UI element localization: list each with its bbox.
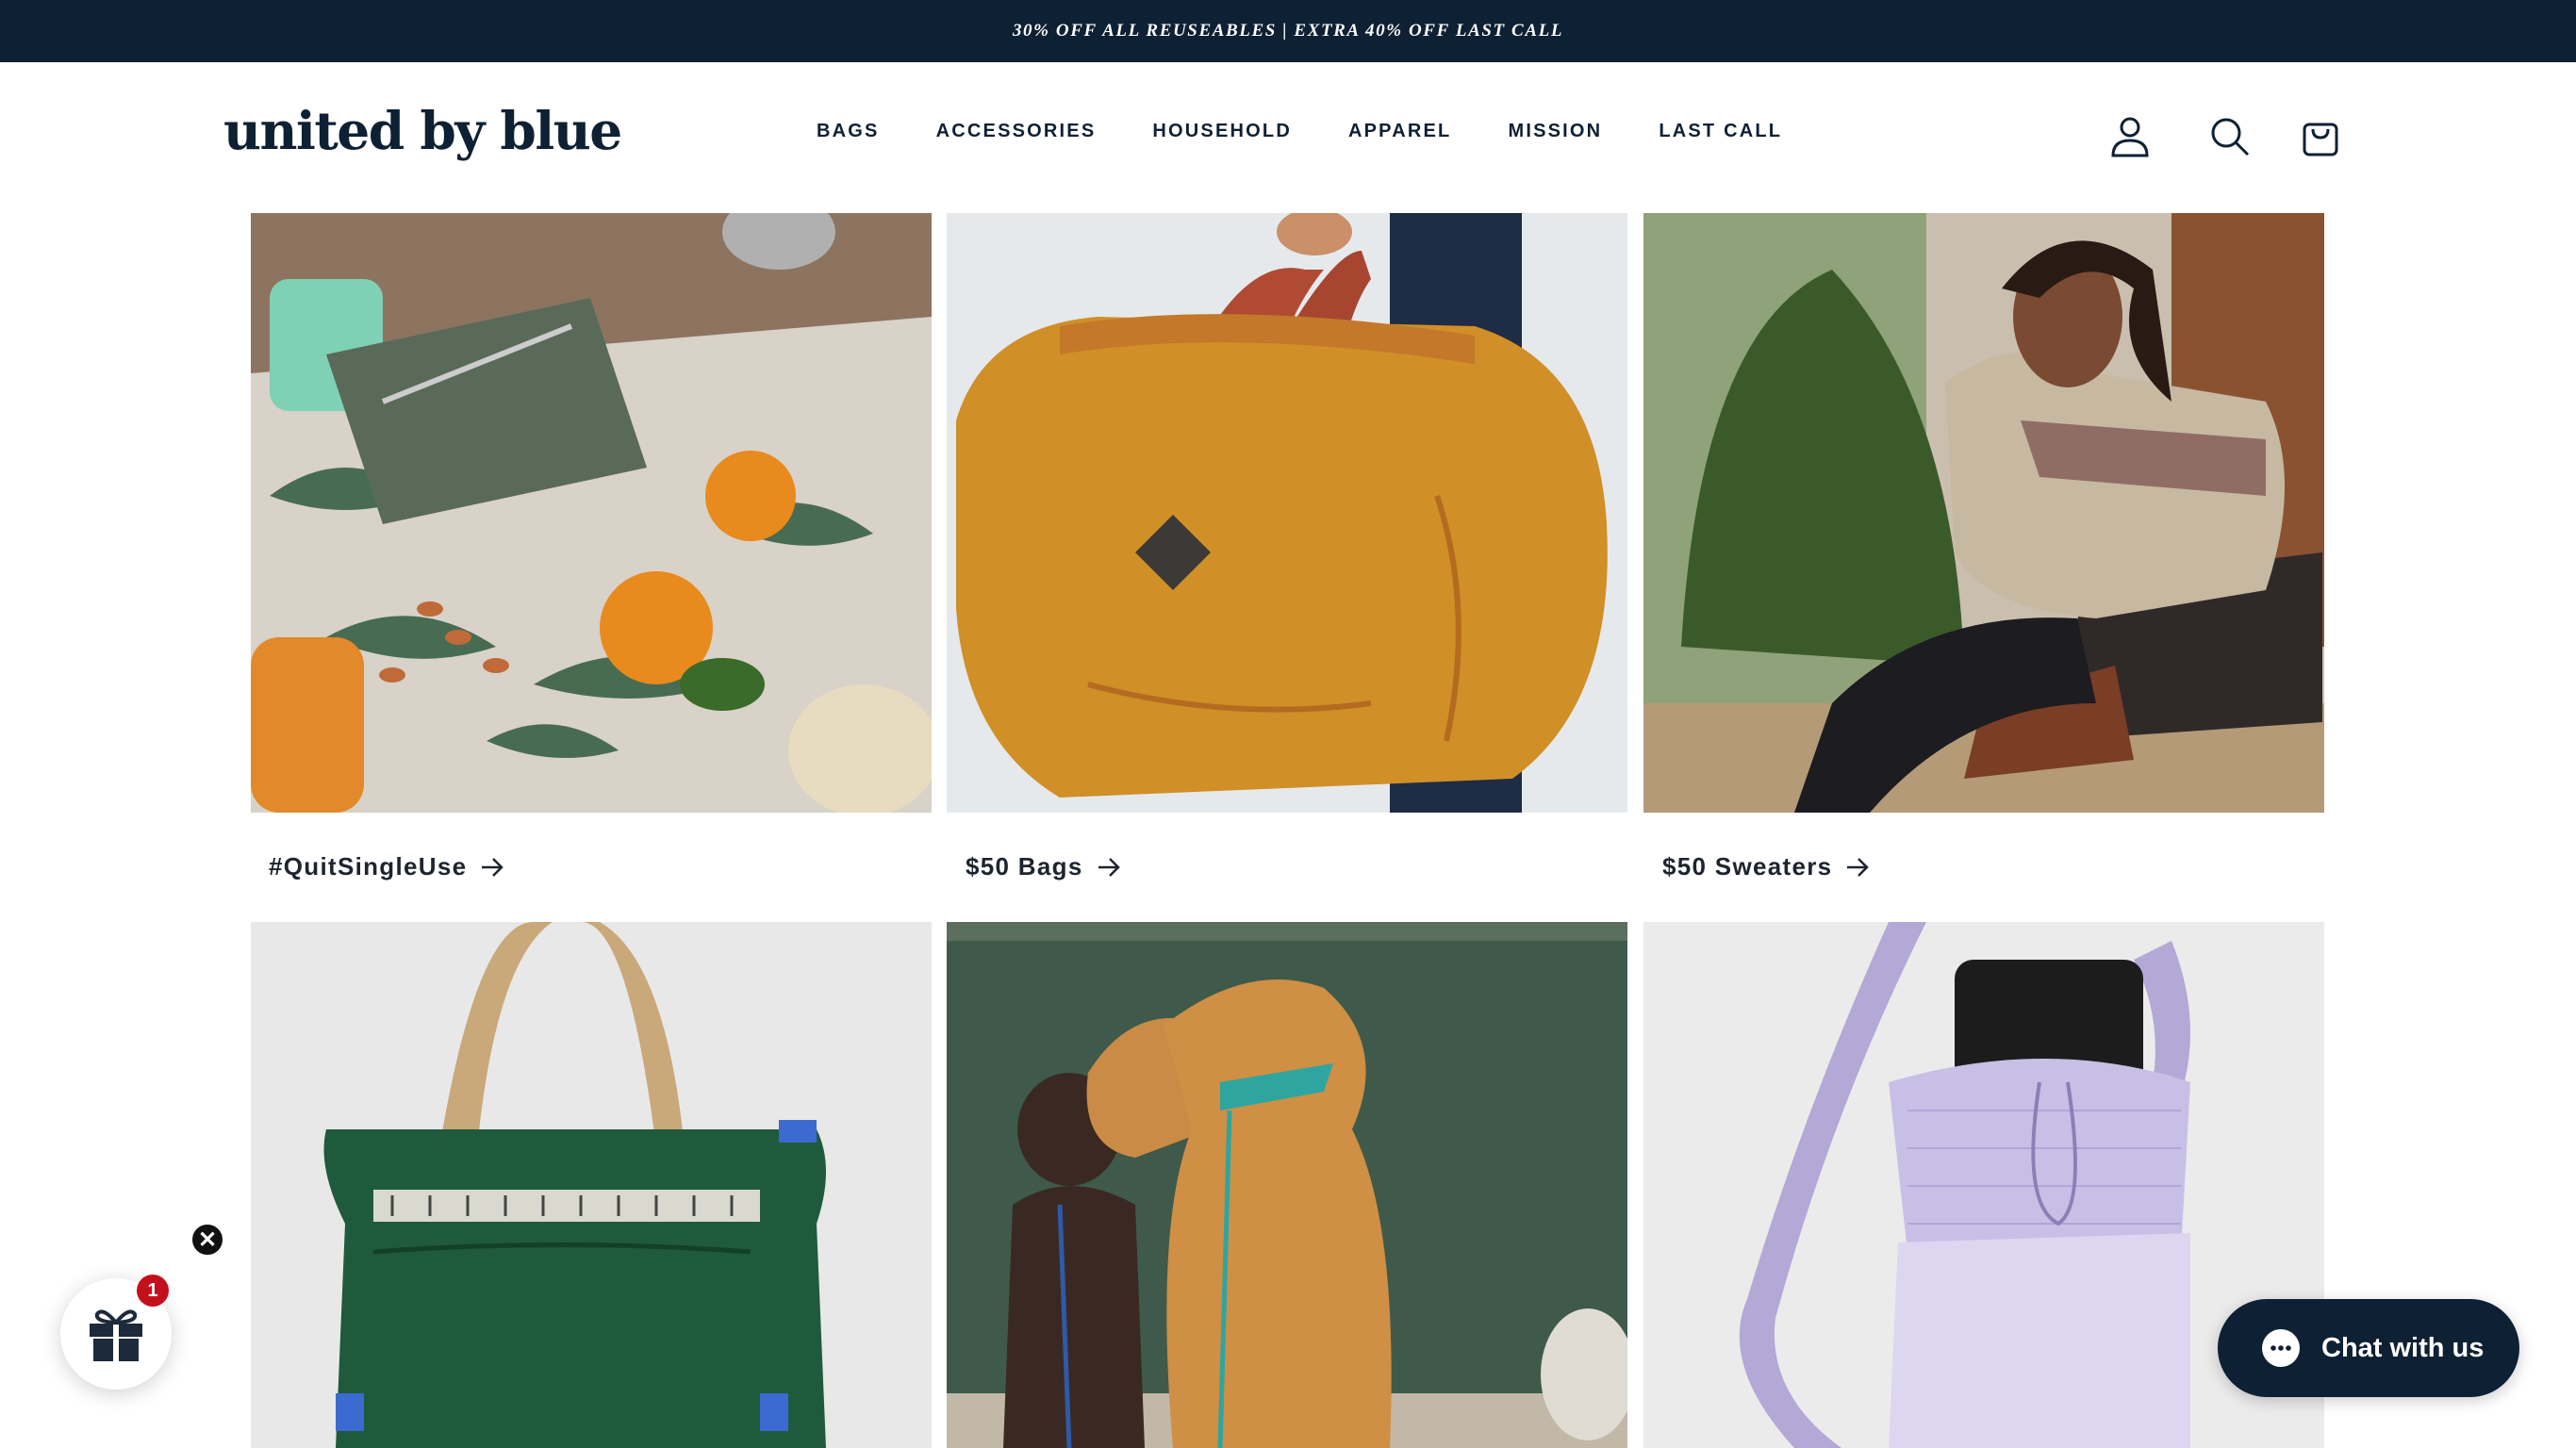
gift-close-button[interactable]: ✕: [190, 1222, 225, 1258]
main-nav: BAGS ACCESSORIES HOUSEHOLD APPAREL MISSI…: [817, 121, 1839, 142]
collection-link-50-bags[interactable]: $50 Bags: [966, 852, 1121, 881]
nav-item-mission[interactable]: MISSION: [1508, 121, 1602, 142]
collection-image-quit-single-use[interactable]: [251, 213, 932, 813]
cart-icon[interactable]: [2297, 113, 2344, 160]
nav-item-accessories[interactable]: ACCESSORIES: [936, 121, 1097, 142]
product-image-green-tote[interactable]: [251, 922, 932, 1448]
product-image-dogs[interactable]: [947, 922, 1627, 1448]
collection-label: #QuitSingleUse: [269, 852, 468, 880]
collection-link-quit-single-use[interactable]: #QuitSingleUse: [269, 852, 504, 881]
gift-icon: [90, 1309, 142, 1361]
chat-bubble-icon: [2262, 1329, 2300, 1367]
collection-image-50-bags[interactable]: [947, 213, 1627, 813]
collection-link-50-sweaters[interactable]: $50 Sweaters: [1662, 852, 1870, 881]
account-icon[interactable]: [2106, 113, 2154, 160]
chat-button[interactable]: Chat with us: [2218, 1299, 2519, 1397]
announcement-text: 30% OFF ALL REUSEABLES | EXTRA 40% OFF L…: [1012, 21, 1564, 41]
gift-badge: 1: [137, 1275, 169, 1307]
arrow-right-icon: [1098, 857, 1120, 877]
nav-item-last-call[interactable]: LAST CALL: [1659, 121, 1782, 142]
search-icon[interactable]: [2206, 113, 2254, 160]
chat-label: Chat with us: [2321, 1332, 2485, 1363]
nav-item-household[interactable]: HOUSEHOLD: [1152, 121, 1292, 142]
site-header: united by blue BAGS ACCESSORIES HOUSEHOL…: [0, 62, 2576, 213]
nav-item-bags[interactable]: BAGS: [817, 121, 880, 142]
nav-item-apparel[interactable]: APPAREL: [1348, 121, 1451, 142]
arrow-right-icon: [482, 857, 504, 877]
arrow-right-icon: [1847, 857, 1870, 877]
collection-label: $50 Bags: [966, 852, 1083, 880]
logo[interactable]: united by blue: [223, 100, 622, 161]
collection-image-50-sweaters[interactable]: [1643, 213, 2324, 813]
announcement-bar: 30% OFF ALL REUSEABLES | EXTRA 40% OFF L…: [0, 0, 2576, 62]
collection-label: $50 Sweaters: [1662, 852, 1833, 880]
